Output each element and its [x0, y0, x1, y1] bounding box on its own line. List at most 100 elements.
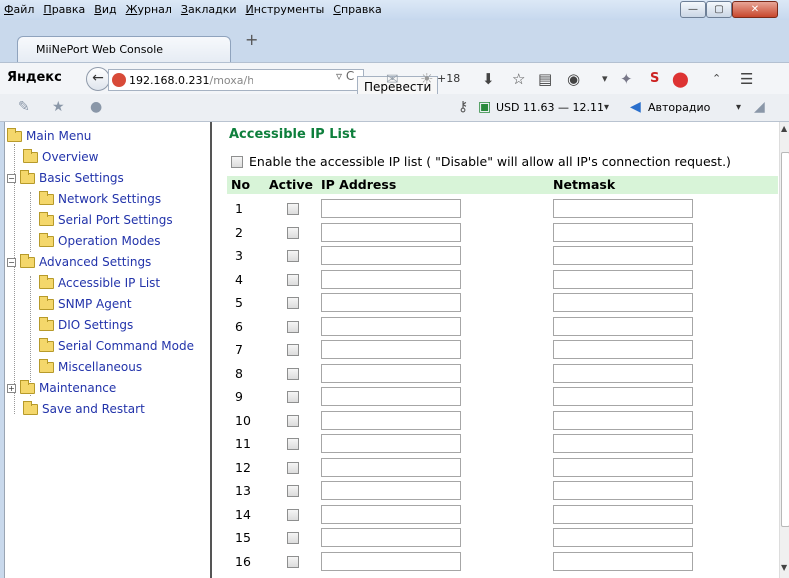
netmask-input[interactable]: [553, 528, 693, 547]
active-checkbox[interactable]: [287, 250, 299, 262]
netmask-input[interactable]: [553, 269, 693, 289]
bookmarks-list-icon[interactable]: ▤: [538, 70, 552, 88]
sidebar-item-accessible-ip-list[interactable]: Accessible IP List: [39, 274, 160, 290]
netmask-input[interactable]: [553, 199, 693, 218]
ip-address-input[interactable]: [321, 551, 461, 571]
ip-address-input[interactable]: [321, 222, 461, 242]
radio-station[interactable]: Авторадио: [648, 101, 710, 114]
url-text[interactable]: 192.168.0.231/moxa/h: [129, 74, 253, 87]
menu-history[interactable]: Журнал: [126, 3, 172, 16]
netmask-input[interactable]: [553, 246, 693, 265]
netmask-input[interactable]: [553, 387, 693, 406]
ip-address-input[interactable]: [321, 457, 461, 477]
menu-tools[interactable]: Инструменты: [246, 3, 325, 16]
maximize-button[interactable]: ▢: [706, 1, 732, 18]
sidebar-item-operation-modes[interactable]: Operation Modes: [39, 232, 160, 248]
netmask-input[interactable]: [553, 293, 693, 312]
active-checkbox[interactable]: [287, 320, 299, 333]
sidebar-item-overview[interactable]: Overview: [23, 148, 99, 164]
key-icon[interactable]: ⚷: [458, 99, 468, 115]
collapse-icon[interactable]: −: [7, 173, 16, 183]
active-checkbox[interactable]: [287, 203, 299, 215]
chat-icon[interactable]: ●: [90, 99, 102, 115]
active-checkbox[interactable]: [287, 555, 299, 568]
scrollbar-thumb[interactable]: [781, 152, 789, 527]
ip-address-input[interactable]: [321, 199, 461, 218]
bookmark-star-icon[interactable]: ☆: [512, 70, 525, 88]
currency-dropdown-icon[interactable]: ▾: [604, 102, 609, 113]
ip-address-input[interactable]: [321, 363, 461, 383]
active-checkbox[interactable]: [287, 508, 299, 521]
yandex-logo[interactable]: Яндекс: [7, 70, 62, 85]
sidebar-item-advanced-settings[interactable]: − Advanced Settings: [7, 253, 151, 269]
adblock-icon[interactable]: ⬤: [672, 70, 689, 88]
scroll-down-arrow-icon[interactable]: ▼: [781, 563, 787, 572]
ip-address-input[interactable]: [321, 504, 461, 524]
star-tool-icon[interactable]: ★: [52, 99, 65, 115]
site-identity-icon[interactable]: [112, 73, 126, 87]
ip-address-input[interactable]: [321, 410, 461, 430]
sidebar-item-serial-port-settings[interactable]: Serial Port Settings: [39, 211, 173, 227]
ip-address-input[interactable]: [321, 434, 461, 453]
netmask-input[interactable]: [553, 551, 693, 571]
currency-chart-icon[interactable]: ▣: [478, 99, 491, 115]
netmask-input[interactable]: [553, 434, 693, 453]
netmask-input[interactable]: [553, 481, 693, 500]
netmask-input[interactable]: [553, 457, 693, 477]
scroll-up-chevron-icon[interactable]: ⌃: [712, 72, 721, 85]
sidebar-item-dio-settings[interactable]: DIO Settings: [39, 316, 133, 332]
sidebar-item-serial-command-mode[interactable]: Serial Command Mode: [39, 337, 194, 353]
hamburger-menu-icon[interactable]: ☰: [740, 70, 753, 88]
radio-dropdown-icon[interactable]: ▾: [736, 102, 741, 113]
reload-button[interactable]: ▿ C: [336, 69, 354, 83]
netmask-input[interactable]: [553, 410, 693, 430]
collapse-icon[interactable]: −: [7, 257, 16, 267]
ip-address-input[interactable]: [321, 293, 461, 312]
active-checkbox[interactable]: [287, 367, 299, 380]
enable-ip-list-checkbox[interactable]: [231, 155, 243, 168]
netmask-input[interactable]: [553, 340, 693, 359]
back-button[interactable]: ←: [86, 67, 110, 91]
ip-address-input[interactable]: [321, 528, 461, 547]
close-button[interactable]: ✕: [732, 1, 778, 18]
menu-view[interactable]: Вид: [94, 3, 116, 16]
sidebar-item-miscellaneous[interactable]: Miscellaneous: [39, 358, 142, 374]
pocket-icon[interactable]: ◉: [567, 70, 580, 88]
ip-address-input[interactable]: [321, 316, 461, 336]
netmask-input[interactable]: [553, 363, 693, 383]
currency-rate[interactable]: USD 11.63 — 12.11: [496, 101, 604, 114]
s-extension-icon[interactable]: S: [650, 71, 659, 86]
bookmark-tool-icon[interactable]: ✎: [18, 99, 30, 115]
sidebar-item-basic-settings[interactable]: − Basic Settings: [7, 169, 124, 185]
ip-address-input[interactable]: [321, 269, 461, 289]
sidebar-item-main-menu[interactable]: Main Menu: [7, 127, 91, 143]
ip-address-input[interactable]: [321, 340, 461, 359]
netmask-input[interactable]: [553, 504, 693, 524]
ip-address-input[interactable]: [321, 481, 461, 500]
active-checkbox[interactable]: [287, 461, 299, 474]
vertical-scrollbar[interactable]: ▲ ▼: [779, 122, 789, 578]
menu-help[interactable]: Справка: [333, 3, 381, 16]
active-checkbox[interactable]: [287, 391, 299, 403]
active-checkbox[interactable]: [287, 532, 299, 544]
active-checkbox[interactable]: [287, 438, 299, 450]
sidebar-item-save-and-restart[interactable]: Save and Restart: [23, 400, 145, 416]
weather-icon[interactable]: ☀: [420, 70, 433, 88]
tab-miineport[interactable]: MiiNePort Web Console: [17, 36, 231, 62]
minimize-button[interactable]: —: [680, 1, 706, 18]
weather-temperature[interactable]: +18: [437, 72, 460, 85]
new-tab-button[interactable]: +: [245, 30, 258, 49]
sidebar-item-snmp-agent[interactable]: SNMP Agent: [39, 295, 132, 311]
active-checkbox[interactable]: [287, 485, 299, 497]
netmask-input[interactable]: [553, 316, 693, 336]
ip-address-input[interactable]: [321, 387, 461, 406]
active-checkbox[interactable]: [287, 414, 299, 427]
menu-bookmarks[interactable]: Закладки: [181, 3, 237, 16]
sidebar-item-maintenance[interactable]: + Maintenance: [7, 379, 116, 395]
mail-icon[interactable]: ✉: [386, 70, 399, 88]
scroll-up-arrow-icon[interactable]: ▲: [781, 124, 787, 133]
dropdown-icon[interactable]: ▾: [602, 72, 608, 85]
netmask-input[interactable]: [553, 222, 693, 242]
speaker-mute-icon[interactable]: ◀: [630, 99, 641, 115]
menu-edit[interactable]: Правка: [43, 3, 85, 16]
